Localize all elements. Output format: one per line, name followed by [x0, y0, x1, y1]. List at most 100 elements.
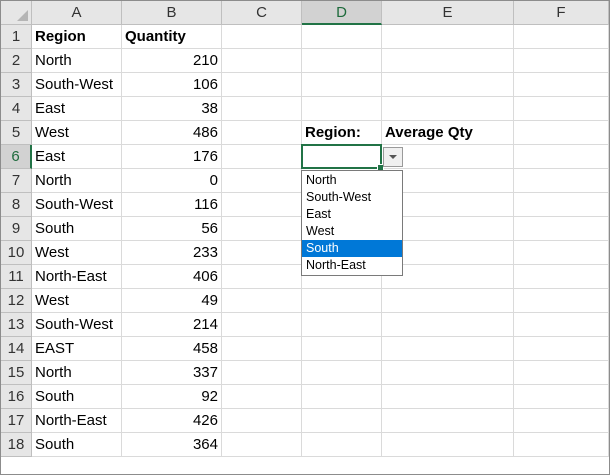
cell-c16[interactable] — [222, 385, 302, 409]
row-header-14[interactable]: 14 — [1, 337, 32, 361]
cell-f3[interactable] — [514, 73, 609, 97]
region-cell[interactable]: EAST — [32, 337, 122, 361]
row-header-4[interactable]: 4 — [1, 97, 32, 121]
cell-f18[interactable] — [514, 433, 609, 457]
row-header-3[interactable]: 3 — [1, 73, 32, 97]
cell-d2[interactable] — [302, 49, 382, 73]
region-cell[interactable]: East — [32, 97, 122, 121]
cell-d14[interactable] — [302, 337, 382, 361]
cell-e14[interactable] — [382, 337, 514, 361]
row-header-13[interactable]: 13 — [1, 313, 32, 337]
header-quantity[interactable]: Quantity — [122, 25, 222, 49]
cell-d4[interactable] — [302, 97, 382, 121]
quantity-cell[interactable]: 406 — [122, 265, 222, 289]
header-region[interactable]: Region — [32, 25, 122, 49]
cell-c10[interactable] — [222, 241, 302, 265]
region-cell[interactable]: West — [32, 289, 122, 313]
quantity-cell[interactable]: 233 — [122, 241, 222, 265]
column-header-e[interactable]: E — [382, 1, 514, 25]
dropdown-option-south-west[interactable]: South-West — [302, 189, 402, 206]
row-header-2[interactable]: 2 — [1, 49, 32, 73]
quantity-cell[interactable]: 92 — [122, 385, 222, 409]
cell-d12[interactable] — [302, 289, 382, 313]
active-cell-d6[interactable] — [301, 144, 384, 171]
dropdown-option-east[interactable]: East — [302, 206, 402, 223]
dropdown-option-north-east[interactable]: North-East — [302, 257, 402, 274]
cell-e3[interactable] — [382, 73, 514, 97]
quantity-cell[interactable]: 337 — [122, 361, 222, 385]
cell-c5[interactable] — [222, 121, 302, 145]
cell-f17[interactable] — [514, 409, 609, 433]
quantity-cell[interactable]: 106 — [122, 73, 222, 97]
row-header-9[interactable]: 9 — [1, 217, 32, 241]
cell-f6[interactable] — [514, 145, 609, 169]
dropdown-option-south[interactable]: South — [302, 240, 402, 257]
cell-e1[interactable] — [382, 25, 514, 49]
column-header-b[interactable]: B — [122, 1, 222, 25]
cell-c7[interactable] — [222, 169, 302, 193]
cell-f11[interactable] — [514, 265, 609, 289]
cell-d1[interactable] — [302, 25, 382, 49]
cell-c15[interactable] — [222, 361, 302, 385]
cell-f8[interactable] — [514, 193, 609, 217]
cell-c13[interactable] — [222, 313, 302, 337]
cell-e18[interactable] — [382, 433, 514, 457]
cell-f2[interactable] — [514, 49, 609, 73]
cell-e4[interactable] — [382, 97, 514, 121]
quantity-cell[interactable]: 49 — [122, 289, 222, 313]
cell-c9[interactable] — [222, 217, 302, 241]
average-qty-label[interactable]: Average Qty — [382, 121, 514, 145]
cell-e13[interactable] — [382, 313, 514, 337]
row-header-6[interactable]: 6 — [1, 145, 32, 169]
region-cell[interactable]: South — [32, 433, 122, 457]
region-cell[interactable]: North-East — [32, 409, 122, 433]
dropdown-button[interactable] — [383, 147, 403, 167]
row-header-12[interactable]: 12 — [1, 289, 32, 313]
region-cell[interactable]: East — [32, 145, 122, 169]
region-cell[interactable]: South-West — [32, 73, 122, 97]
cell-c1[interactable] — [222, 25, 302, 49]
cell-c12[interactable] — [222, 289, 302, 313]
cell-f7[interactable] — [514, 169, 609, 193]
cell-f14[interactable] — [514, 337, 609, 361]
region-cell[interactable]: North — [32, 361, 122, 385]
region-cell[interactable]: North — [32, 49, 122, 73]
row-header-15[interactable]: 15 — [1, 361, 32, 385]
cell-f9[interactable] — [514, 217, 609, 241]
cell-e12[interactable] — [382, 289, 514, 313]
region-label[interactable]: Region: — [302, 121, 382, 145]
dropdown-option-north[interactable]: North — [302, 172, 402, 189]
row-header-8[interactable]: 8 — [1, 193, 32, 217]
column-header-d[interactable]: D — [302, 1, 382, 25]
region-cell[interactable]: South-West — [32, 193, 122, 217]
quantity-cell[interactable]: 426 — [122, 409, 222, 433]
quantity-cell[interactable]: 56 — [122, 217, 222, 241]
cell-f15[interactable] — [514, 361, 609, 385]
row-header-10[interactable]: 10 — [1, 241, 32, 265]
row-header-5[interactable]: 5 — [1, 121, 32, 145]
cell-d16[interactable] — [302, 385, 382, 409]
row-header-1[interactable]: 1 — [1, 25, 32, 49]
cell-d13[interactable] — [302, 313, 382, 337]
cell-e16[interactable] — [382, 385, 514, 409]
cell-f16[interactable] — [514, 385, 609, 409]
cell-f1[interactable] — [514, 25, 609, 49]
cell-e15[interactable] — [382, 361, 514, 385]
cell-c8[interactable] — [222, 193, 302, 217]
quantity-cell[interactable]: 458 — [122, 337, 222, 361]
region-cell[interactable]: South — [32, 217, 122, 241]
cell-f13[interactable] — [514, 313, 609, 337]
cell-d15[interactable] — [302, 361, 382, 385]
region-cell[interactable]: North — [32, 169, 122, 193]
cell-c4[interactable] — [222, 97, 302, 121]
region-cell[interactable]: South — [32, 385, 122, 409]
row-header-16[interactable]: 16 — [1, 385, 32, 409]
cell-f5[interactable] — [514, 121, 609, 145]
quantity-cell[interactable]: 210 — [122, 49, 222, 73]
cell-c2[interactable] — [222, 49, 302, 73]
quantity-cell[interactable]: 176 — [122, 145, 222, 169]
cell-c17[interactable] — [222, 409, 302, 433]
quantity-cell[interactable]: 364 — [122, 433, 222, 457]
row-header-18[interactable]: 18 — [1, 433, 32, 457]
cell-d18[interactable] — [302, 433, 382, 457]
